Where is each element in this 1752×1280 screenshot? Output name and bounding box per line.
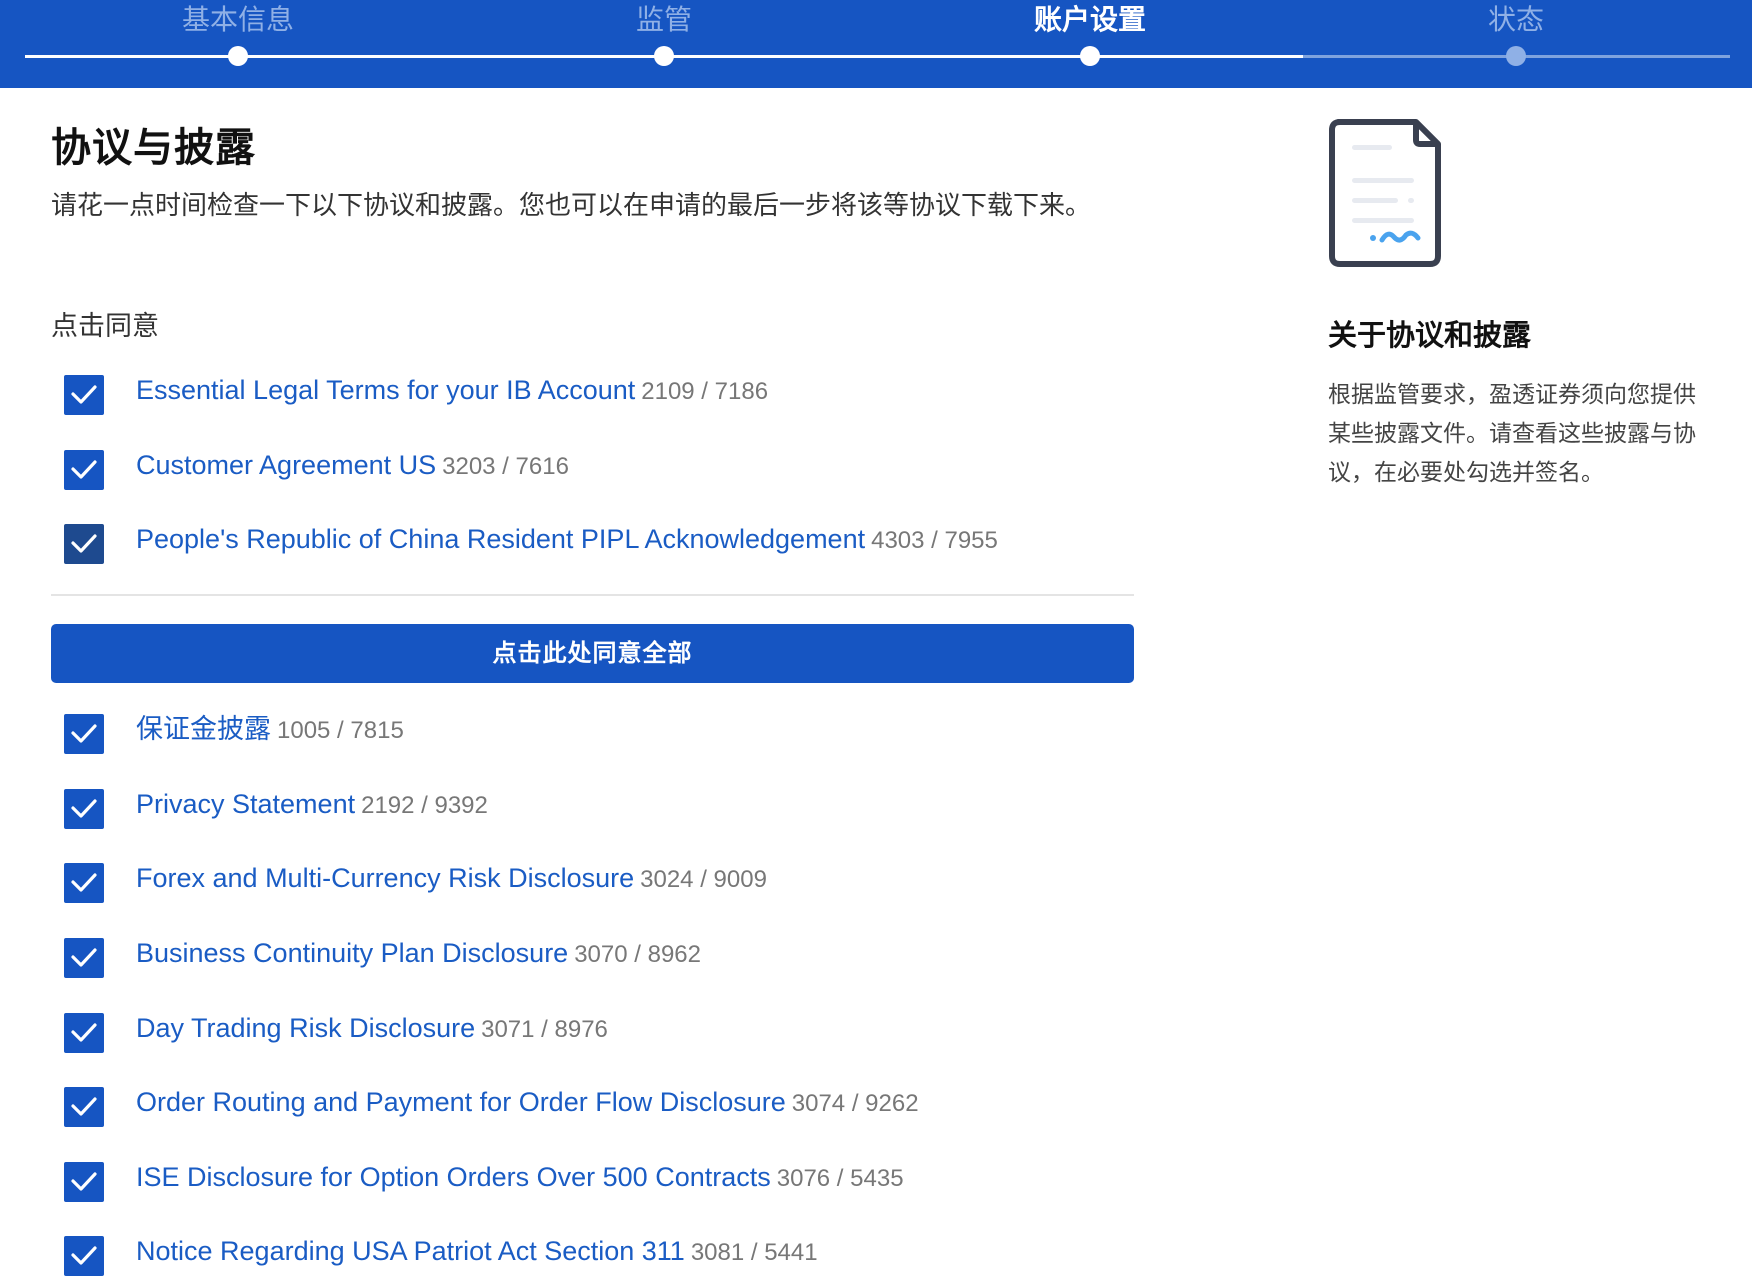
checkmark-icon bbox=[71, 1023, 97, 1042]
checkmark-icon bbox=[71, 1097, 97, 1116]
checkmark-icon bbox=[71, 460, 97, 479]
main-content: 协议与披露 请花一点时间检查一下以下协议和披露。您也可以在申请的最后一步将该等协… bbox=[51, 120, 1134, 226]
click-to-agree-label: 点击同意 bbox=[51, 311, 159, 342]
intro-text: 请花一点时间检查一下以下协议和披露。您也可以在申请的最后一步将该等协议下载下来。 bbox=[51, 191, 1092, 221]
document-entry: Order Routing and Payment for Order Flow… bbox=[136, 1084, 919, 1122]
document-number: 2109 / 7186 bbox=[641, 378, 769, 406]
checkmark-icon bbox=[71, 948, 97, 967]
divider bbox=[51, 594, 1134, 596]
document-entry: Day Trading Risk Disclosure 3071 / 8976 bbox=[136, 1010, 608, 1048]
list-item: Order Routing and Payment for Order Flow… bbox=[64, 1066, 1134, 1141]
agree-checkbox[interactable] bbox=[64, 788, 104, 829]
disclosure-list: 保证金披露 1005 / 7815 Privacy Statement 2192 / … bbox=[64, 693, 1134, 1280]
checkmark-icon bbox=[71, 799, 97, 818]
document-link[interactable]: Day Trading Risk Disclosure bbox=[136, 1013, 475, 1043]
list-item: Day Trading Risk Disclosure 3071 / 8976 bbox=[64, 991, 1134, 1066]
step-status[interactable]: 状态 bbox=[1366, 0, 1666, 88]
agree-checkbox[interactable] bbox=[64, 524, 104, 565]
step-label: 基本信息 bbox=[181, 3, 294, 36]
list-item: Notice Regarding USA Patriot Act Section… bbox=[64, 1215, 1134, 1280]
checkmark-icon bbox=[71, 534, 97, 554]
agree-checkbox[interactable] bbox=[64, 375, 104, 416]
document-number: 4303 / 7955 bbox=[871, 527, 998, 555]
agree-checkbox[interactable] bbox=[64, 1012, 104, 1053]
list-item: Business Continuity Plan Disclosure 3070 … bbox=[64, 917, 1134, 992]
checkmark-icon bbox=[71, 724, 97, 743]
checkmark-icon bbox=[71, 385, 97, 404]
document-link[interactable]: Privacy Statement bbox=[136, 789, 355, 819]
document-number: 3024 / 9009 bbox=[640, 866, 767, 894]
document-number: 3076 / 5435 bbox=[776, 1164, 904, 1192]
list-item: Essential Legal Terms for your IB Accoun… bbox=[64, 354, 1134, 429]
step-regulatory[interactable]: 监管 bbox=[514, 0, 814, 88]
document-entry: Business Continuity Plan Disclosure 3070 … bbox=[136, 935, 701, 973]
document-link[interactable]: 保证金披露 bbox=[136, 714, 271, 745]
list-item: Privacy Statement 2192 / 9392 bbox=[64, 768, 1134, 843]
document-number: 1005 / 7815 bbox=[277, 716, 404, 744]
document-link[interactable]: Notice Regarding USA Patriot Act Section… bbox=[136, 1236, 685, 1266]
agree-checkbox[interactable] bbox=[64, 449, 104, 490]
document-link[interactable]: Order Routing and Payment for Order Flow… bbox=[136, 1087, 786, 1117]
side-body: 根据监管要求，盈透证券须向您提供某些披露文件。请查看这些披露与协议，在必要处勾选… bbox=[1328, 382, 1696, 486]
document-number: 3074 / 9262 bbox=[791, 1090, 919, 1118]
document-link[interactable]: Customer Agreement US bbox=[136, 450, 436, 480]
document-number: 3071 / 8976 bbox=[481, 1015, 608, 1043]
document-entry: 保证金披露 1005 / 7815 bbox=[136, 712, 404, 749]
step-dot bbox=[654, 46, 674, 66]
step-label: 状态 bbox=[1487, 3, 1544, 36]
agree-checkbox[interactable] bbox=[64, 714, 104, 755]
document-link[interactable]: People's Republic of China Resident PIPL… bbox=[136, 524, 865, 554]
document-link[interactable]: ISE Disclosure for Option Orders Over 50… bbox=[136, 1162, 771, 1192]
agree-checkbox[interactable] bbox=[64, 863, 104, 904]
step-label: 监管 bbox=[635, 3, 692, 36]
step-dot bbox=[1506, 46, 1526, 66]
checkmark-icon bbox=[71, 1246, 97, 1266]
list-item: Customer Agreement US 3203 / 7616 bbox=[64, 429, 1134, 504]
document-entry: ISE Disclosure for Option Orders Over 50… bbox=[136, 1159, 904, 1197]
agree-checkbox[interactable] bbox=[64, 938, 104, 979]
step-label: 账户设置 bbox=[1033, 3, 1146, 36]
document-entry: Forex and Multi-Currency Risk Disclosure… bbox=[136, 860, 767, 898]
document-entry: People's Republic of China Resident PIPL… bbox=[136, 521, 998, 559]
step-basic-info[interactable]: 基本信息 bbox=[88, 0, 388, 88]
document-link[interactable]: Essential Legal Terms for your IB Accoun… bbox=[136, 375, 635, 405]
agree-checkbox[interactable] bbox=[64, 1236, 104, 1277]
side-title: 关于协议和披露 bbox=[1328, 318, 1532, 352]
side-panel: 关于协议和披露 根据监管要求，盈透证券须向您提供某些披露文件。请查看这些披露与协… bbox=[1328, 118, 1728, 493]
list-item: Forex and Multi-Currency Risk Disclosure… bbox=[64, 842, 1134, 917]
step-dot bbox=[1080, 46, 1100, 66]
progress-stepper: 基本信息 监管 账户设置 状态 bbox=[0, 0, 1752, 88]
agree-all-button[interactable]: 点击此处同意全部 bbox=[51, 624, 1134, 683]
step-dot bbox=[228, 46, 248, 66]
agree-checkbox[interactable] bbox=[64, 1161, 104, 1202]
checkmark-icon bbox=[71, 1172, 97, 1191]
step-account-settings[interactable]: 账户设置 bbox=[940, 0, 1240, 88]
document-entry: Essential Legal Terms for your IB Accoun… bbox=[136, 372, 768, 410]
document-entry: Customer Agreement US 3203 / 7616 bbox=[136, 447, 569, 485]
list-item: ISE Disclosure for Option Orders Over 50… bbox=[64, 1141, 1134, 1216]
document-signature-icon bbox=[1329, 119, 1441, 267]
document-entry: Privacy Statement 2192 / 9392 bbox=[136, 786, 488, 824]
checkmark-icon bbox=[71, 873, 97, 893]
document-number: 3203 / 7616 bbox=[442, 452, 569, 480]
document-entry: Notice Regarding USA Patriot Act Section… bbox=[136, 1233, 818, 1271]
document-link[interactable]: Forex and Multi-Currency Risk Disclosure bbox=[136, 863, 634, 893]
list-item: 保证金披露 1005 / 7815 bbox=[64, 693, 1134, 768]
document-number: 2192 / 9392 bbox=[361, 791, 488, 819]
agree-checkbox[interactable] bbox=[64, 1087, 104, 1128]
document-number: 3070 / 8962 bbox=[574, 941, 701, 969]
list-item: People's Republic of China Resident PIPL… bbox=[64, 503, 1134, 578]
agreement-list: Essential Legal Terms for your IB Accoun… bbox=[64, 354, 1134, 578]
page-title: 协议与披露 bbox=[51, 125, 256, 171]
document-link[interactable]: Business Continuity Plan Disclosure bbox=[136, 938, 568, 968]
document-number: 3081 / 5441 bbox=[690, 1239, 818, 1267]
